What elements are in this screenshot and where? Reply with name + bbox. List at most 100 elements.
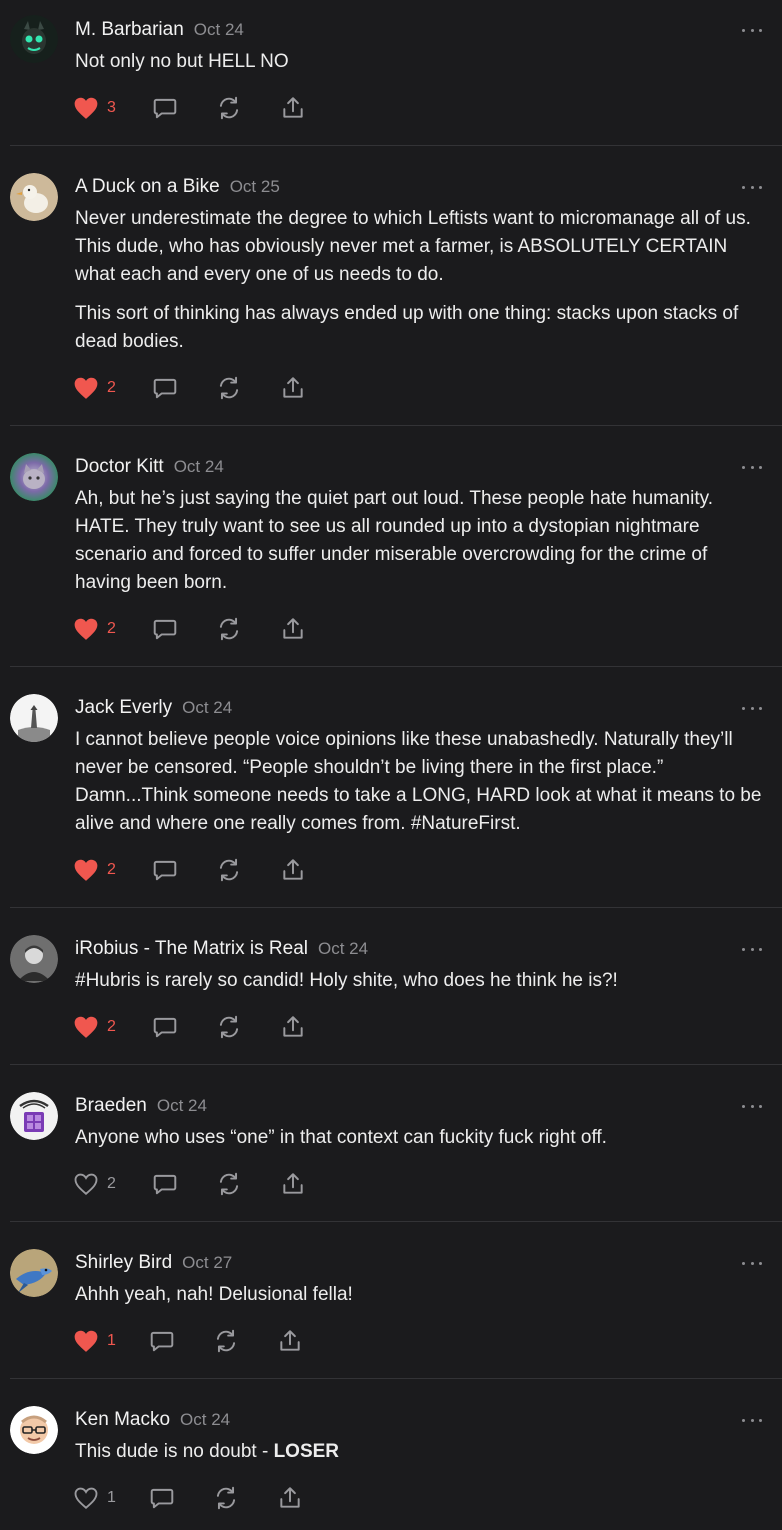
comment-paragraph: Never underestimate the degree to which … <box>75 208 751 285</box>
like-button[interactable]: 3 <box>73 95 116 121</box>
lighthouse-avatar[interactable] <box>10 694 58 742</box>
reply-button[interactable] <box>152 616 178 642</box>
comment-body: Never underestimate the degree to which … <box>75 205 765 367</box>
author-name[interactable]: Shirley Bird <box>75 1252 172 1273</box>
more-options-icon[interactable] <box>742 1101 762 1111</box>
comment-paragraph: Not only no but HELL NO <box>75 51 289 72</box>
restack-button[interactable] <box>216 1014 242 1040</box>
share-button[interactable] <box>280 857 306 883</box>
author-name[interactable]: Jack Everly <box>75 697 172 718</box>
author-name[interactable]: Ken Macko <box>75 1409 170 1430</box>
author-name[interactable]: M. Barbarian <box>75 19 184 40</box>
divider <box>10 907 782 908</box>
restack-button[interactable] <box>213 1328 239 1354</box>
restack-button[interactable] <box>216 375 242 401</box>
like-count: 2 <box>107 861 116 878</box>
restack-button[interactable] <box>213 1485 239 1511</box>
author-name[interactable]: A Duck on a Bike <box>75 176 220 197</box>
cat-avatar[interactable] <box>10 453 58 501</box>
reply-button[interactable] <box>152 375 178 401</box>
more-options-icon[interactable] <box>742 182 762 192</box>
like-count: 2 <box>107 1018 116 1035</box>
restack-button[interactable] <box>216 857 242 883</box>
comment-author[interactable]: A Duck on a Bike Oct 25 <box>75 176 280 198</box>
comment-paragraph: I cannot believe people voice opinions l… <box>75 729 762 834</box>
comment-date[interactable]: Oct 25 <box>230 177 280 196</box>
like-count: 3 <box>107 99 116 116</box>
more-options-icon[interactable] <box>742 1258 762 1268</box>
comment-author[interactable]: Braeden Oct 24 <box>75 1095 207 1117</box>
share-icon <box>283 1173 303 1194</box>
comment-body: Ah, but he’s just saying the quiet part … <box>75 485 765 608</box>
cartoon-face-avatar[interactable] <box>10 1406 58 1454</box>
share-button[interactable] <box>280 375 306 401</box>
comment-bubble-icon <box>153 1017 177 1038</box>
reply-button[interactable] <box>152 857 178 883</box>
divider <box>10 666 782 667</box>
reply-button[interactable] <box>149 1485 175 1511</box>
comment-body: Ahhh yeah, nah! Delusional fella! <box>75 1281 765 1320</box>
like-button[interactable]: 2 <box>73 616 116 642</box>
restack-icon <box>216 1329 236 1353</box>
comment-bubble-icon <box>153 860 177 881</box>
like-button[interactable]: 1 <box>73 1485 116 1511</box>
comment-actions: 2 <box>73 1014 373 1040</box>
comment-bubble-icon <box>153 619 177 640</box>
comment-author[interactable]: Ken Macko Oct 24 <box>75 1409 230 1431</box>
comment-body: I cannot believe people voice opinions l… <box>75 726 765 849</box>
share-button[interactable] <box>277 1328 303 1354</box>
like-button[interactable]: 2 <box>73 1171 116 1197</box>
share-button[interactable] <box>280 95 306 121</box>
comment-author[interactable]: Jack Everly Oct 24 <box>75 697 232 719</box>
reply-button[interactable] <box>152 1014 178 1040</box>
comment-author[interactable]: Doctor Kitt Oct 24 <box>75 456 224 478</box>
share-icon <box>283 1016 303 1037</box>
portrait-avatar[interactable] <box>10 935 58 983</box>
more-options-icon[interactable] <box>742 25 762 35</box>
comment-date[interactable]: Oct 24 <box>157 1096 207 1115</box>
share-button[interactable] <box>280 1014 306 1040</box>
comment-body: Not only no but HELL NO <box>75 48 765 87</box>
share-button[interactable] <box>280 616 306 642</box>
more-options-icon[interactable] <box>742 703 762 713</box>
purple-crest-avatar[interactable] <box>10 1092 58 1140</box>
comment-author[interactable]: Shirley Bird Oct 27 <box>75 1252 232 1274</box>
like-button[interactable]: 1 <box>73 1328 116 1354</box>
author-name[interactable]: Doctor Kitt <box>75 456 164 477</box>
restack-button[interactable] <box>216 95 242 121</box>
reply-button[interactable] <box>152 1171 178 1197</box>
like-button[interactable]: 2 <box>73 375 116 401</box>
author-name[interactable]: iRobius - The Matrix is Real <box>75 938 308 959</box>
share-button[interactable] <box>277 1485 303 1511</box>
comment-date[interactable]: Oct 24 <box>182 698 232 717</box>
skull-glow-avatar[interactable] <box>10 15 58 63</box>
more-options-icon[interactable] <box>742 1415 762 1425</box>
like-button[interactable]: 2 <box>73 857 116 883</box>
share-button[interactable] <box>280 1171 306 1197</box>
more-options-icon[interactable] <box>742 944 762 954</box>
comment-date[interactable]: Oct 24 <box>318 939 368 958</box>
comment-date[interactable]: Oct 24 <box>194 20 244 39</box>
more-options-icon[interactable] <box>742 462 762 472</box>
share-icon <box>283 859 303 880</box>
comment-bubble-icon <box>153 378 177 399</box>
restack-button[interactable] <box>216 1171 242 1197</box>
comment-date[interactable]: Oct 24 <box>174 457 224 476</box>
bluebird-avatar[interactable] <box>10 1249 58 1297</box>
author-name[interactable]: Braeden <box>75 1095 147 1116</box>
comment-author[interactable]: M. Barbarian Oct 24 <box>75 19 244 41</box>
comment-actions: 1 <box>73 1485 373 1511</box>
duck-avatar[interactable] <box>10 173 58 221</box>
reply-button[interactable] <box>152 95 178 121</box>
comment-date[interactable]: Oct 24 <box>180 1410 230 1429</box>
divider <box>10 1378 782 1379</box>
comment-author[interactable]: iRobius - The Matrix is Real Oct 24 <box>75 938 368 960</box>
comment-actions: 1 <box>73 1328 373 1354</box>
like-button[interactable]: 2 <box>73 1014 116 1040</box>
comment-body: #Hubris is rarely so candid! Holy shite,… <box>75 967 765 1006</box>
comment-date[interactable]: Oct 27 <box>182 1253 232 1272</box>
comment-paragraph: Ah, but he’s just saying the quiet part … <box>75 488 713 593</box>
reply-button[interactable] <box>149 1328 175 1354</box>
divider <box>10 145 782 146</box>
restack-button[interactable] <box>216 616 242 642</box>
